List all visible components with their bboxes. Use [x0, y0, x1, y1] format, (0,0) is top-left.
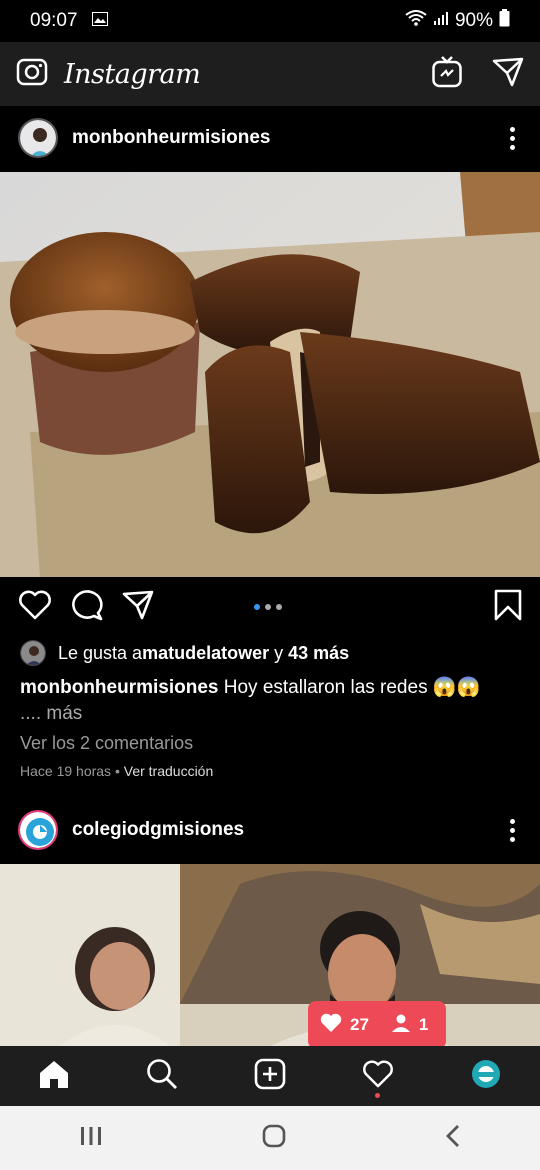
- view-comments-link[interactable]: Ver los 2 comentarios: [20, 733, 193, 754]
- wifi-icon: [405, 10, 427, 32]
- status-bar: 09:07 90%: [0, 0, 540, 42]
- post-header: colegiodgmisiones: [0, 798, 540, 862]
- tab-profile[interactable]: [456, 1046, 516, 1106]
- post-caption: monbonheurmisiones Hoy estallaron las re…: [20, 675, 520, 727]
- tab-activity[interactable]: [348, 1046, 408, 1106]
- bottom-tab-bar: [0, 1046, 540, 1106]
- search-icon: [146, 1058, 178, 1095]
- post-actions: [0, 582, 540, 632]
- likes-prefix: Le gusta a: [58, 642, 143, 663]
- add-icon: [254, 1058, 286, 1095]
- caption-text: Hoy estallaron las redes 😱😱: [218, 677, 481, 698]
- notification-likes-count: 27: [350, 1015, 369, 1034]
- igtv-icon[interactable]: [432, 55, 462, 93]
- post-timestamp: Hace 19 horas • Ver traducción: [20, 763, 213, 779]
- activity-dot: [375, 1093, 380, 1098]
- profile-icon: [471, 1059, 501, 1094]
- tab-home[interactable]: [24, 1046, 84, 1106]
- system-nav-bar: [0, 1106, 540, 1170]
- bookmark-icon[interactable]: [494, 589, 522, 626]
- heart-icon: [362, 1059, 394, 1093]
- person-icon: [391, 1013, 411, 1038]
- post-username[interactable]: colegiodgmisiones: [72, 819, 244, 841]
- liker-avatar: [20, 640, 46, 666]
- heart-icon[interactable]: [18, 590, 52, 625]
- likes-summary[interactable]: Le gusta a matudelatower y 43 más: [20, 640, 349, 666]
- direct-icon[interactable]: [492, 57, 524, 92]
- activity-notification[interactable]: 27 1: [308, 1001, 446, 1057]
- gallery-icon: [91, 10, 108, 32]
- camera-icon[interactable]: [16, 56, 48, 93]
- battery-icon: [499, 9, 510, 33]
- battery-text: 90%: [454, 10, 493, 31]
- caption-more-link[interactable]: .... más: [20, 703, 82, 724]
- notification-followers-count: 1: [418, 1015, 429, 1034]
- tab-search[interactable]: [132, 1046, 192, 1106]
- home-button-icon[interactable]: [262, 1124, 286, 1153]
- recent-apps-icon[interactable]: [79, 1125, 103, 1152]
- post-time: Hace 19 horas: [20, 763, 112, 779]
- timestamp-separator: •: [111, 763, 124, 779]
- carousel-indicator: [254, 604, 282, 610]
- tab-add[interactable]: [240, 1046, 300, 1106]
- signal-icon: [433, 10, 449, 32]
- caption-username[interactable]: monbonheurmisiones: [20, 677, 218, 698]
- more-options-icon[interactable]: [502, 126, 522, 150]
- avatar[interactable]: [18, 118, 58, 158]
- heart-filled-icon: [320, 1013, 342, 1038]
- app-logo: Instagram: [64, 58, 201, 90]
- post-photo[interactable]: [0, 172, 540, 577]
- status-time: 09:07: [30, 10, 78, 31]
- post-header: monbonheurmisiones: [0, 106, 540, 170]
- comment-icon[interactable]: [70, 589, 104, 626]
- home-icon: [38, 1059, 70, 1094]
- share-icon[interactable]: [122, 590, 154, 625]
- post-username[interactable]: monbonheurmisiones: [72, 127, 270, 149]
- likes-user[interactable]: matudelatower: [142, 643, 269, 664]
- avatar[interactable]: [18, 810, 58, 850]
- more-options-icon[interactable]: [502, 818, 522, 842]
- likes-count[interactable]: 43 más: [288, 643, 349, 664]
- post-photo[interactable]: [0, 864, 540, 1046]
- likes-and: y: [269, 642, 289, 663]
- back-icon[interactable]: [445, 1124, 461, 1153]
- top-bar: Instagram: [0, 42, 540, 106]
- translate-link[interactable]: Ver traducción: [124, 763, 214, 779]
